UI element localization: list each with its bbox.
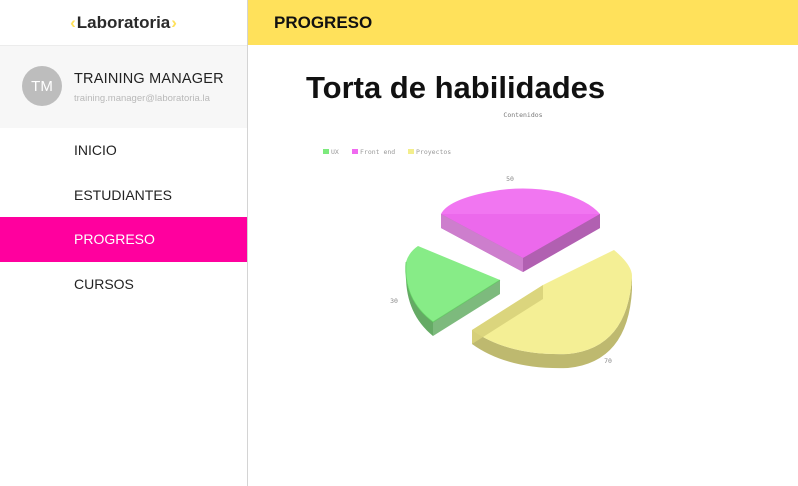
user-name: TRAINING MANAGER — [74, 71, 224, 87]
logo[interactable]: ‹ Laboratoria › — [0, 0, 247, 45]
logo-left-chevron: ‹ — [70, 12, 76, 32]
page-header-title: PROGRESO — [274, 13, 373, 32]
logo-right-chevron: › — [171, 12, 177, 32]
user-email: training.manager@laboratoria.la — [74, 93, 210, 104]
pie-slice-proyectos[interactable] — [472, 250, 632, 369]
legend-label-front-end: Front end — [360, 148, 395, 156]
data-label-front-end: 50 — [506, 175, 514, 183]
chart-title: Contenidos — [503, 111, 542, 119]
sidebar-item-cursos[interactable]: CURSOS — [0, 262, 247, 307]
data-label-proyectos: 70 — [604, 357, 612, 365]
legend-label-ux: UX — [331, 148, 339, 156]
data-label-ux: 30 — [390, 297, 398, 305]
pie-slice-front-end[interactable] — [441, 188, 600, 273]
sidebar-item-progreso[interactable]: PROGRESO — [0, 217, 247, 262]
sidebar: ‹ Laboratoria › TM TRAINING MANAGER trai… — [0, 0, 248, 486]
top-bar: PROGRESO — [248, 0, 798, 45]
sidebar-item-estudiantes[interactable]: ESTUDIANTES — [0, 173, 247, 218]
sidebar-nav: INICIO ESTUDIANTES PROGRESO CURSOS — [0, 128, 247, 306]
pie-slices — [405, 188, 632, 369]
avatar: TM — [22, 66, 62, 106]
legend-swatch-ux — [323, 149, 329, 154]
legend-swatch-front-end — [352, 149, 358, 154]
chart-legend: UX Front end Proyectos — [323, 148, 451, 156]
legend-label-proyectos: Proyectos — [416, 148, 451, 156]
user-panel: TM TRAINING MANAGER training.manager@lab… — [0, 45, 247, 128]
sidebar-item-inicio[interactable]: INICIO — [0, 128, 247, 173]
pie-chart: Contenidos UX Front end Proyectos 50 30 … — [323, 111, 632, 369]
legend-swatch-proyectos — [408, 149, 414, 154]
logo-text: Laboratoria — [76, 12, 171, 32]
